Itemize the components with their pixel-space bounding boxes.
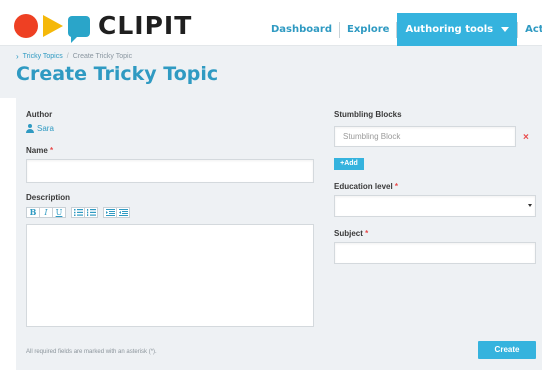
- education-level-select[interactable]: [334, 195, 536, 217]
- breadcrumb-tricky-topics[interactable]: Tricky Topics: [23, 53, 63, 60]
- logo-text: CLIPIT: [98, 11, 193, 40]
- description-label: Description: [26, 193, 71, 202]
- clipit-logo[interactable]: CLIPIT: [14, 11, 193, 43]
- nav-dashboard[interactable]: Dashboard: [264, 13, 339, 46]
- stumbling-blocks-label: Stumbling Blocks: [334, 110, 402, 119]
- required-fields-note: All required fields are marked with an a…: [26, 349, 157, 355]
- page-title: Create Tricky Topic: [16, 63, 219, 85]
- user-icon: [26, 124, 34, 133]
- remove-stumbling-block-icon[interactable]: ×: [523, 133, 529, 143]
- nav-authoring-tools-label: Authoring tools: [405, 24, 494, 35]
- add-stumbling-block-button[interactable]: +Add: [334, 158, 364, 170]
- education-level-label: Education level *: [334, 182, 399, 191]
- bold-button[interactable]: B: [26, 207, 40, 218]
- author-name: Sara: [37, 124, 54, 133]
- chevron-down-icon: [528, 204, 532, 207]
- numbered-list-icon[interactable]: [84, 207, 98, 218]
- nav-explore[interactable]: Explore: [340, 13, 396, 46]
- author-link[interactable]: Sara: [26, 124, 54, 133]
- outdent-icon[interactable]: [116, 207, 130, 218]
- description-editor[interactable]: [26, 224, 314, 327]
- editor-toolbar: B I U: [26, 207, 135, 218]
- bullet-list-icon[interactable]: [71, 207, 85, 218]
- top-bar: CLIPIT Dashboard Explore Authoring tools…: [0, 0, 542, 46]
- subject-label: Subject *: [334, 229, 369, 238]
- list-group: [71, 207, 98, 218]
- breadcrumb-separator: /: [66, 53, 69, 60]
- create-button[interactable]: Create: [478, 341, 536, 359]
- underline-button[interactable]: U: [52, 207, 66, 218]
- title-area: › Tricky Topics / Create Tricky Topic Cr…: [0, 46, 542, 98]
- author-label: Author: [26, 110, 53, 119]
- breadcrumb: › Tricky Topics / Create Tricky Topic: [16, 52, 132, 61]
- chevron-right-icon: ›: [16, 52, 19, 61]
- indent-group: [103, 207, 130, 218]
- indent-icon[interactable]: [103, 207, 117, 218]
- logo-bubble-icon: [68, 15, 90, 43]
- name-label: Name *: [26, 146, 54, 155]
- caret-down-icon: [501, 26, 510, 32]
- format-group: B I U: [26, 207, 66, 218]
- breadcrumb-current: Create Tricky Topic: [72, 53, 133, 60]
- logo-circle-icon: [14, 14, 38, 38]
- name-input[interactable]: [26, 159, 314, 183]
- logo-play-icon: [43, 15, 63, 37]
- subject-input[interactable]: [334, 242, 536, 264]
- main-nav: Dashboard Explore Authoring tools Activi…: [264, 13, 542, 46]
- nav-activities[interactable]: Activiti: [518, 13, 542, 46]
- stumbling-block-input[interactable]: [334, 126, 516, 147]
- nav-authoring-tools[interactable]: Authoring tools: [397, 13, 518, 46]
- form-panel: Author Sara Name * Description B I U Stu…: [16, 98, 542, 370]
- italic-button[interactable]: I: [39, 207, 53, 218]
